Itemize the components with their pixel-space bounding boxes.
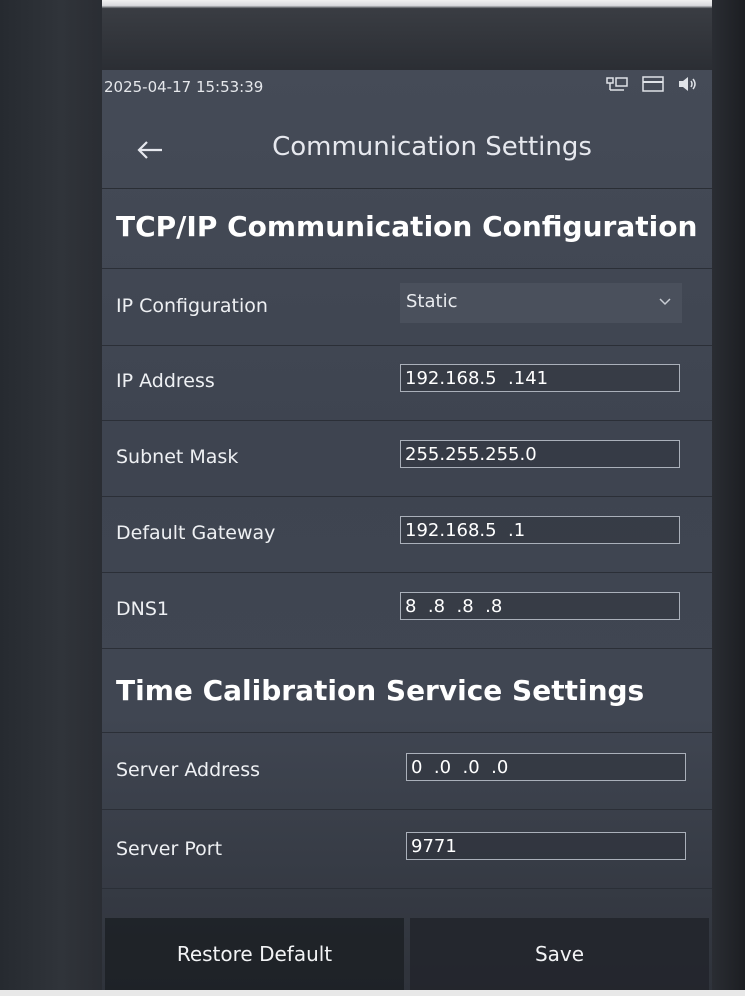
device-bezel-right [712,0,745,996]
status-bar: 2025-04-17 15:53:39 [102,70,712,104]
ip-configuration-select[interactable]: Static [400,283,682,323]
save-button[interactable]: Save [410,918,709,990]
network-icon [606,76,628,92]
row-ip-address: IP Address [102,344,712,421]
default-gateway-label: Default Gateway [116,522,276,544]
status-icons [606,76,698,92]
row-subnet-mask: Subnet Mask [102,420,712,497]
device-bezel-left [0,0,102,996]
section-header-time-calibration: Time Calibration Service Settings [116,674,645,707]
row-default-gateway: Default Gateway [102,496,712,573]
row-dns1: DNS1 [102,572,712,649]
volume-icon [678,76,698,92]
section-header-tcpip: TCP/IP Communication Configuration [116,210,698,243]
server-address-label: Server Address [116,759,261,781]
ip-configuration-label: IP Configuration [116,295,268,317]
subnet-mask-label: Subnet Mask [116,446,239,468]
ip-address-label: IP Address [116,370,215,392]
restore-default-button[interactable]: Restore Default [105,918,404,990]
dns1-label: DNS1 [116,598,169,620]
ip-address-input[interactable] [400,364,680,392]
device-bezel-bottom [0,990,745,996]
server-port-input[interactable] [406,832,686,860]
bottom-action-bar: Restore Default Save [102,918,712,990]
device-screen: 2025-04-17 15:53:39 Communication Settin… [102,70,712,990]
device-bezel-top [0,0,745,70]
default-gateway-input[interactable] [400,516,680,544]
row-server-port: Server Port [102,812,712,889]
row-ip-configuration: IP Configuration Static [102,268,712,346]
page-title: Communication Settings [272,132,592,162]
subnet-mask-input[interactable] [400,440,680,468]
ip-configuration-value: Static [406,291,458,312]
card-icon [642,76,664,92]
row-server-address: Server Address [102,732,712,810]
status-datetime: 2025-04-17 15:53:39 [104,78,264,96]
title-bar: Communication Settings [102,118,712,189]
server-port-label: Server Port [116,838,223,860]
chevron-down-icon [658,291,672,306]
dns1-input[interactable] [400,592,680,620]
server-address-input[interactable] [406,753,686,781]
